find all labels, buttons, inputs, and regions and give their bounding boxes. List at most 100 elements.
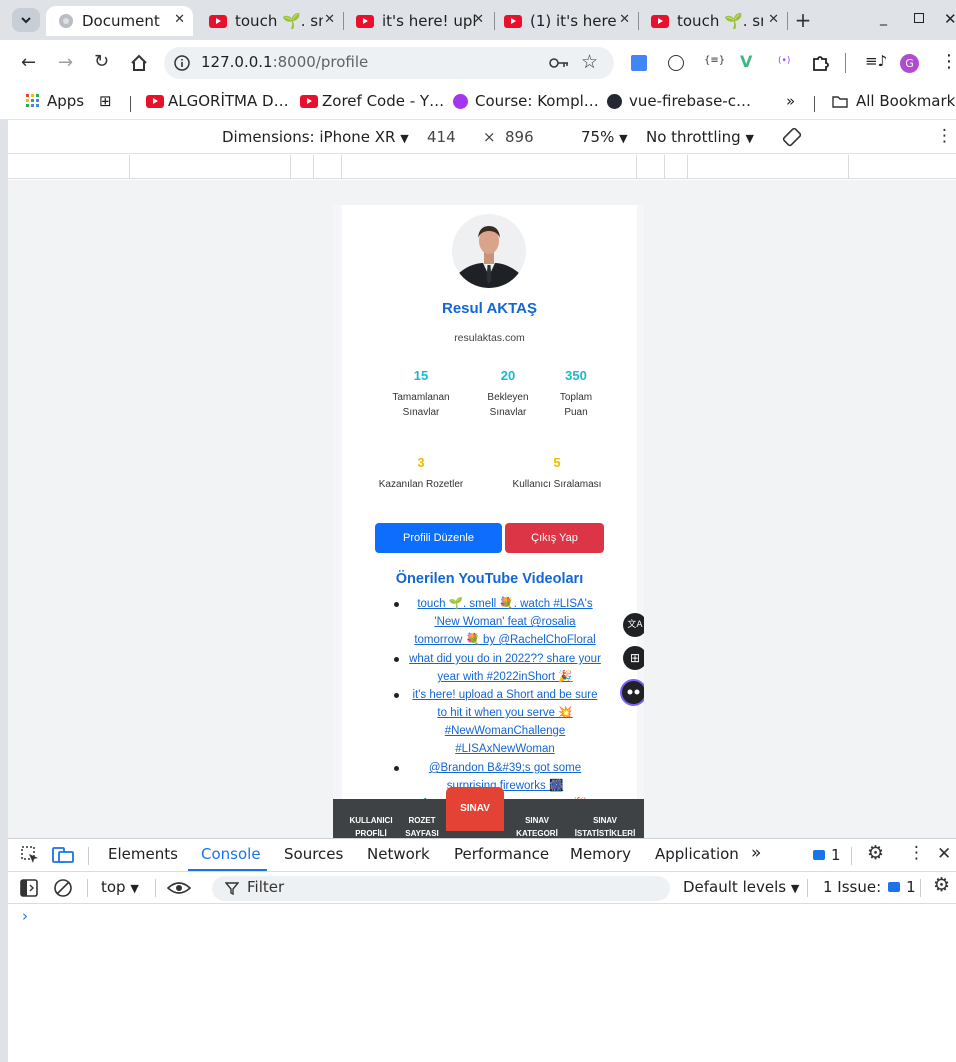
tab-document[interactable]: Document ✕	[46, 6, 193, 36]
extension-purple-icon[interactable]: (•)	[778, 56, 790, 66]
tab-application[interactable]: Application	[655, 845, 739, 863]
video-link-3[interactable]: it's here! upload a Short and be sure to…	[396, 686, 614, 758]
vue-devtools-icon[interactable]: V	[740, 52, 752, 71]
levels-label: Default levels	[683, 878, 787, 896]
floating-translate-button[interactable]: 文A	[623, 613, 644, 637]
site-info-icon[interactable]	[174, 55, 190, 71]
tab-youtube-3[interactable]: (1) it's here! ✕	[500, 6, 638, 36]
nav-exam-category[interactable]: SINAV KATEGORİ	[509, 814, 565, 838]
reload-button[interactable]: ↻	[94, 51, 109, 72]
console-filter-input[interactable]: Filter	[212, 876, 670, 901]
tab-youtube-1[interactable]: touch 🌱. sm ✕	[203, 6, 343, 36]
video-link-2[interactable]: what did you do in 2022?? share your yea…	[396, 650, 614, 686]
bookmark-vue-firebase[interactable]: vue-firebase-c…	[607, 92, 751, 110]
extension-circle-icon[interactable]	[668, 55, 684, 71]
bookmark-course[interactable]: Course: Kompl…	[453, 92, 599, 110]
profile-avatar[interactable]: G	[900, 54, 919, 73]
throttling-select[interactable]: No throttling ▼	[646, 128, 754, 146]
messages-badge[interactable]: 1	[813, 846, 841, 864]
logout-button[interactable]: Çıkış Yap	[505, 523, 604, 553]
tab-console[interactable]: Console	[201, 845, 261, 863]
home-icon[interactable]	[130, 54, 148, 72]
close-devtools-icon[interactable]: ✕	[937, 844, 951, 864]
bookmark-algoritma[interactable]: ALGORİTMA D…	[146, 92, 289, 110]
tab-network[interactable]: Network	[367, 845, 430, 863]
video-link-4[interactable]: @Brandon B&#39;s got some surprising fir…	[396, 759, 614, 795]
floating-assistant-button[interactable]	[620, 679, 644, 706]
translate-extension-icon[interactable]	[631, 55, 647, 71]
youtube-icon	[651, 14, 669, 28]
close-tab-icon[interactable]: ✕	[174, 12, 185, 27]
settings-gear-icon[interactable]: ⚙	[867, 842, 884, 864]
eye-icon[interactable]	[167, 880, 191, 896]
stat-value: 15	[413, 368, 429, 383]
bookmark-star-icon[interactable]: ☆	[581, 51, 598, 73]
forward-button[interactable]: →	[58, 52, 73, 73]
close-window-button[interactable]: ✕	[944, 10, 956, 28]
media-control-icon[interactable]: ≡♪	[865, 52, 887, 70]
console-prompt[interactable]: ›	[22, 907, 28, 925]
device-toolbar-menu-icon[interactable]: ⋮	[936, 126, 953, 146]
bookmark-apps[interactable]: Apps	[26, 92, 84, 110]
video-link-line: to hit it when you serve 💥	[437, 707, 573, 719]
back-button[interactable]: ←	[21, 52, 36, 73]
bookmark-zoref[interactable]: Zoref Code - Y…	[300, 92, 444, 110]
floating-apps-button[interactable]: ⊞	[623, 646, 644, 670]
device-toolbar-toggle-icon[interactable]	[52, 845, 74, 865]
rotate-icon[interactable]	[781, 126, 803, 148]
tab-separator	[343, 12, 344, 30]
device-select[interactable]: Dimensions: iPhone XR ▼	[222, 128, 409, 146]
edit-profile-button[interactable]: Profili Düzenle	[375, 523, 502, 553]
issues-button[interactable]: 1 Issue: 1	[823, 878, 916, 896]
more-bookmarks-button[interactable]: »	[786, 92, 795, 110]
maximize-button[interactable]	[914, 13, 924, 23]
nav-exam-statistics[interactable]: SINAV İSTATİSTİKLERİ	[569, 814, 641, 838]
tab-elements[interactable]: Elements	[108, 845, 178, 863]
close-tab-icon[interactable]: ✕	[324, 12, 335, 27]
extensions-puzzle-icon[interactable]	[811, 54, 829, 72]
zoom-select[interactable]: 75% ▼	[581, 128, 628, 146]
stat-value: 20	[500, 368, 516, 383]
tab-search-button[interactable]	[12, 8, 40, 32]
height-input[interactable]: 896	[505, 128, 534, 146]
video-link-1[interactable]: touch 🌱. smell 💐. watch #LISA's 'New Wom…	[396, 595, 614, 649]
devtools-menu-icon[interactable]: ⋮	[908, 843, 925, 863]
inspect-element-icon[interactable]	[20, 845, 40, 865]
console-settings-gear-icon[interactable]: ⚙	[933, 874, 950, 896]
close-tab-icon[interactable]: ✕	[768, 12, 779, 27]
folder-icon	[832, 95, 848, 108]
close-tab-icon[interactable]: ✕	[473, 12, 484, 27]
key-icon[interactable]	[549, 57, 569, 69]
sidebar-toggle-icon[interactable]	[20, 879, 38, 897]
more-tabs-button[interactable]: »	[751, 843, 761, 863]
times-label: ×	[483, 128, 496, 146]
stat-label: Tamamlanan	[392, 392, 450, 403]
devtools-divider	[155, 879, 156, 897]
tab-performance[interactable]: Performance	[454, 845, 549, 863]
tab-youtube-2[interactable]: it's here! upl ✕	[352, 6, 492, 36]
profile-name: Resul AKTAŞ	[441, 300, 537, 317]
bookmark-divider	[814, 96, 815, 112]
stat-label: Bekleyen	[487, 392, 529, 403]
nav-user-profile[interactable]: KULLANICI PROFİLİ	[343, 814, 399, 838]
minimize-button[interactable]: _	[880, 10, 887, 26]
nav-badge-page[interactable]: ROZET SAYFASI	[401, 814, 443, 838]
tab-memory[interactable]: Memory	[570, 845, 631, 863]
devtools-divider	[807, 879, 808, 897]
active-tab-indicator	[188, 869, 267, 871]
tab-groups-icon[interactable]: ⊞	[99, 92, 112, 110]
context-select[interactable]: top ▼	[101, 878, 139, 896]
tab-sources[interactable]: Sources	[284, 845, 343, 863]
issues-count: 1	[906, 878, 916, 896]
tab-youtube-4[interactable]: touch 🌱. sm ✕	[647, 6, 787, 36]
issue-icon	[888, 882, 901, 892]
new-tab-button[interactable]: +	[790, 8, 816, 34]
width-input[interactable]: 414	[427, 128, 456, 146]
clear-console-icon[interactable]	[53, 878, 73, 898]
extension-braces-icon[interactable]: {≡}	[704, 55, 725, 66]
close-tab-icon[interactable]: ✕	[619, 12, 630, 27]
browser-menu-icon[interactable]: ⋮	[940, 51, 956, 72]
log-levels-select[interactable]: Default levels ▼	[683, 878, 799, 896]
all-bookmarks-button[interactable]: All Bookmarks	[832, 92, 956, 110]
nav-exam[interactable]: SINAV	[446, 787, 504, 831]
